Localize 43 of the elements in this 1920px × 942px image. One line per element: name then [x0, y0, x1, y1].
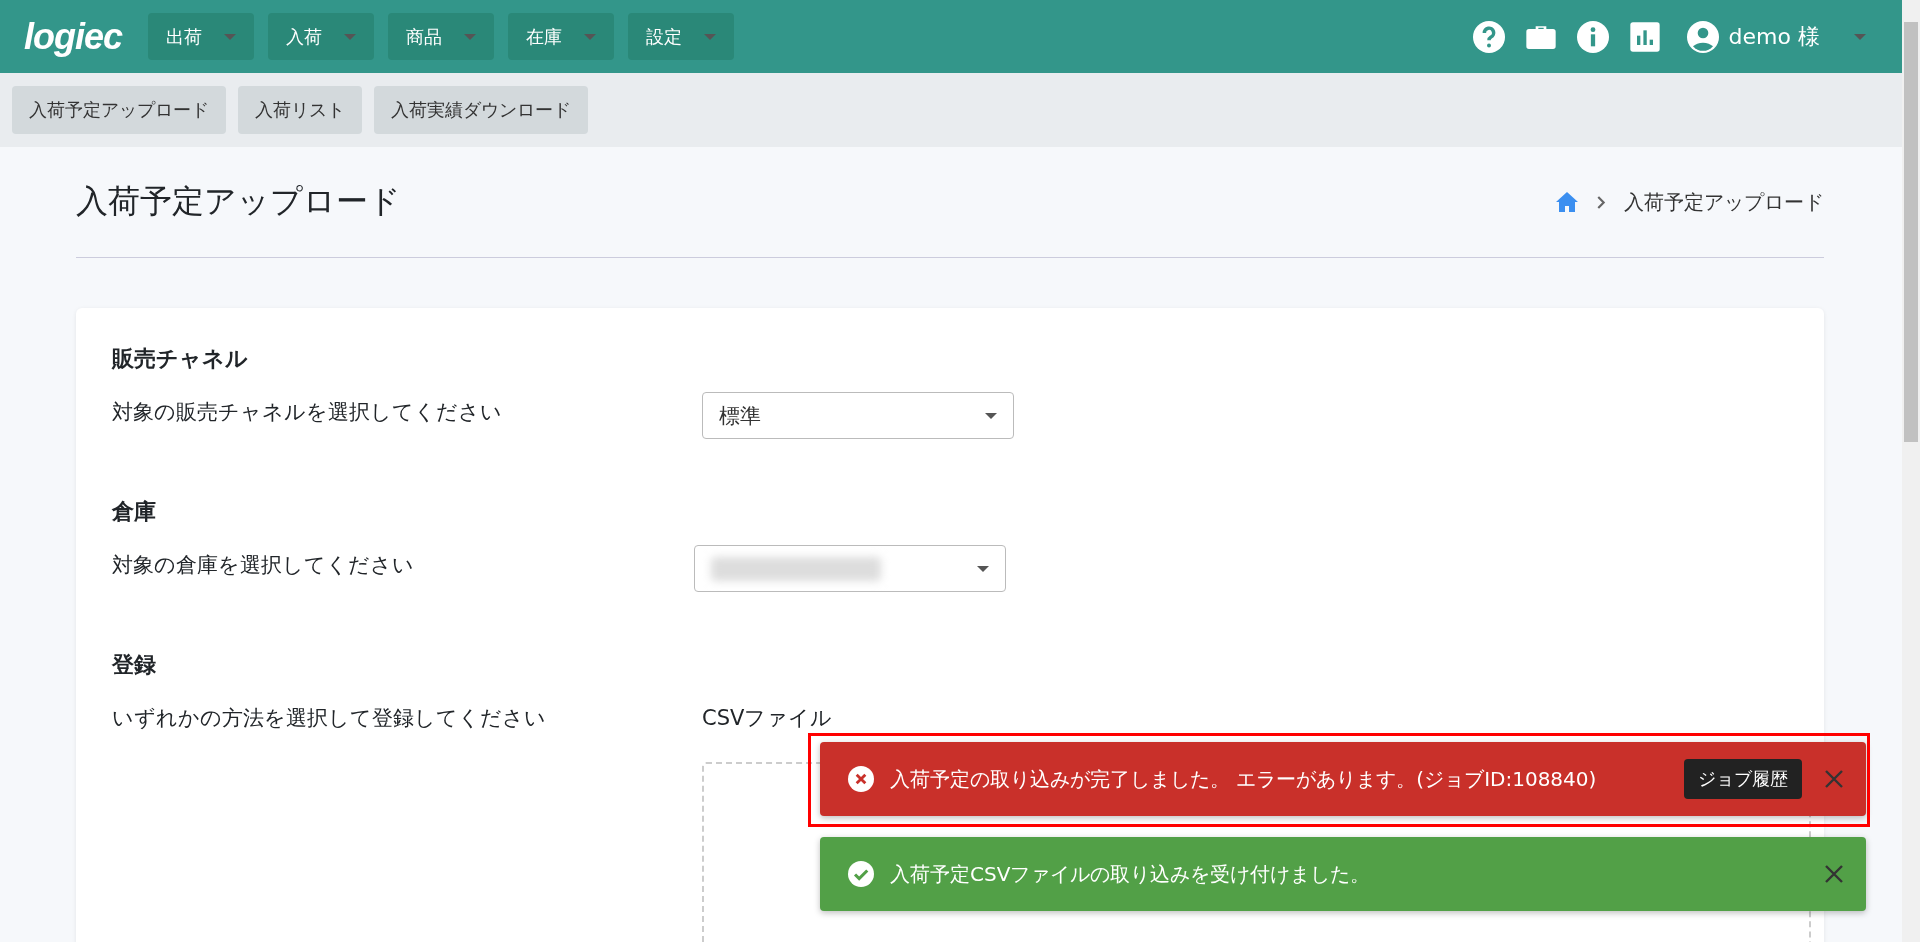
info-icon[interactable] [1576, 20, 1609, 53]
scrollbar[interactable] [1902, 0, 1920, 942]
upload-instruction: CSVファイル [702, 705, 834, 732]
error-icon [848, 766, 874, 792]
caret-icon [584, 33, 597, 40]
menu-button[interactable]: 設定 [628, 13, 735, 60]
caret-icon [224, 33, 237, 40]
breadcrumb-item: 入荷予定アップロード [1624, 188, 1824, 216]
page-title: 入荷予定アップロード [76, 181, 402, 222]
bar-chart-icon[interactable] [1628, 20, 1661, 53]
close-button[interactable] [1824, 769, 1844, 789]
select-field[interactable]: 標準 [702, 392, 1014, 439]
home-icon[interactable] [1555, 191, 1579, 213]
caret-icon [464, 33, 477, 40]
section-heading: 倉庫 [112, 498, 157, 526]
field-label: いずれかの方法を選択して登録してください [112, 705, 547, 732]
toast-message: 入荷予定CSVファイルの取り込みを受け付けました。 [890, 860, 1372, 888]
toast-message: 入荷予定の取り込みが完了しました。 エラーがあります。(ジョブID:108840) [890, 765, 1598, 793]
caret-icon [344, 33, 357, 40]
dropdown-caret-icon [977, 565, 989, 572]
section-heading: 販売チャネル [112, 345, 249, 373]
logo: logiec [24, 15, 123, 58]
menu-button[interactable]: 出荷 [148, 13, 255, 60]
close-button[interactable] [1824, 864, 1844, 884]
chevron-right-icon [1597, 195, 1606, 209]
section-heading: 登録 [112, 651, 157, 679]
dropdown-caret-icon [985, 412, 997, 419]
field-label: 対象の販売チャネルを選択してください [112, 399, 503, 426]
caret-icon [704, 33, 717, 40]
select-field[interactable] [694, 545, 1006, 592]
user-avatar-icon [1686, 20, 1719, 53]
caret-icon [1854, 33, 1866, 40]
menu-button[interactable]: 商品 [388, 13, 495, 60]
user-menu[interactable]: demo 様 [1680, 19, 1872, 54]
check-icon [848, 861, 874, 887]
menu-button[interactable]: 入荷 [268, 13, 375, 60]
menu-button[interactable]: 在庫 [508, 13, 615, 60]
subnav-button[interactable]: 入荷実績ダウンロード [374, 86, 588, 134]
subnav-button[interactable]: 入荷リスト [238, 86, 362, 134]
job-history-button[interactable]: ジョブ履歴 [1684, 759, 1802, 799]
field-label: 対象の倉庫を選択してください [112, 552, 415, 579]
subnav-button[interactable]: 入荷予定アップロード [12, 86, 226, 134]
help-icon[interactable] [1472, 20, 1505, 53]
